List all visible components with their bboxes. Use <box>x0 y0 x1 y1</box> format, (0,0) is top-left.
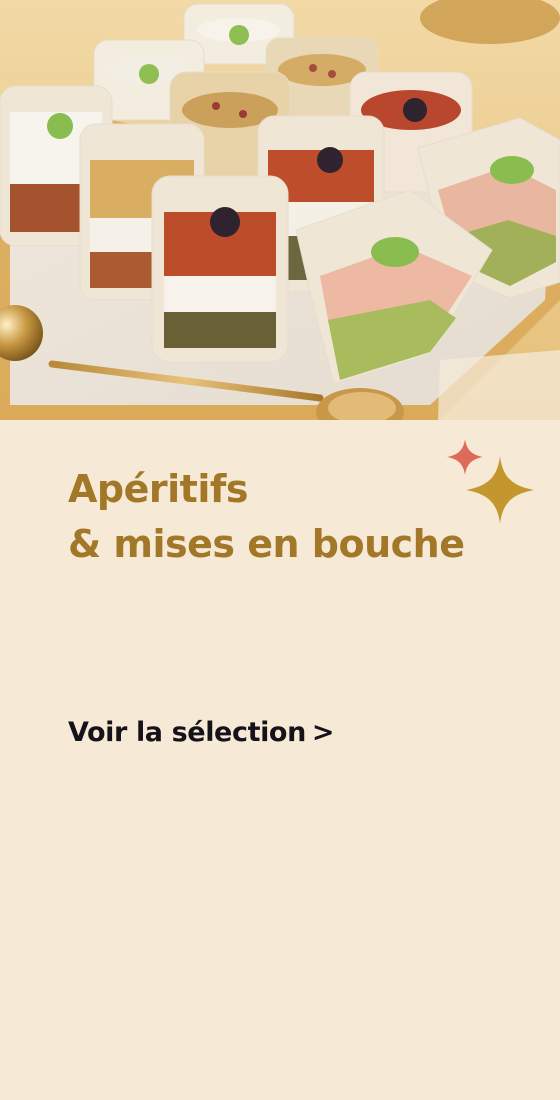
see-selection-label: Voir la sélection <box>68 717 306 748</box>
promo-card: Apéritifs & mises en bouche Voir la séle… <box>0 0 560 1100</box>
chevron-right-icon: > <box>311 717 335 748</box>
title-line-2: & mises en bouche <box>68 522 465 566</box>
hero-image <box>0 0 560 420</box>
verrines-illustration <box>0 0 560 420</box>
sparkle-icon <box>466 456 534 524</box>
see-selection-link[interactable]: Voir la sélection > <box>68 712 335 754</box>
section-title: Apéritifs & mises en bouche <box>68 462 465 572</box>
title-line-1: Apéritifs <box>68 467 248 511</box>
